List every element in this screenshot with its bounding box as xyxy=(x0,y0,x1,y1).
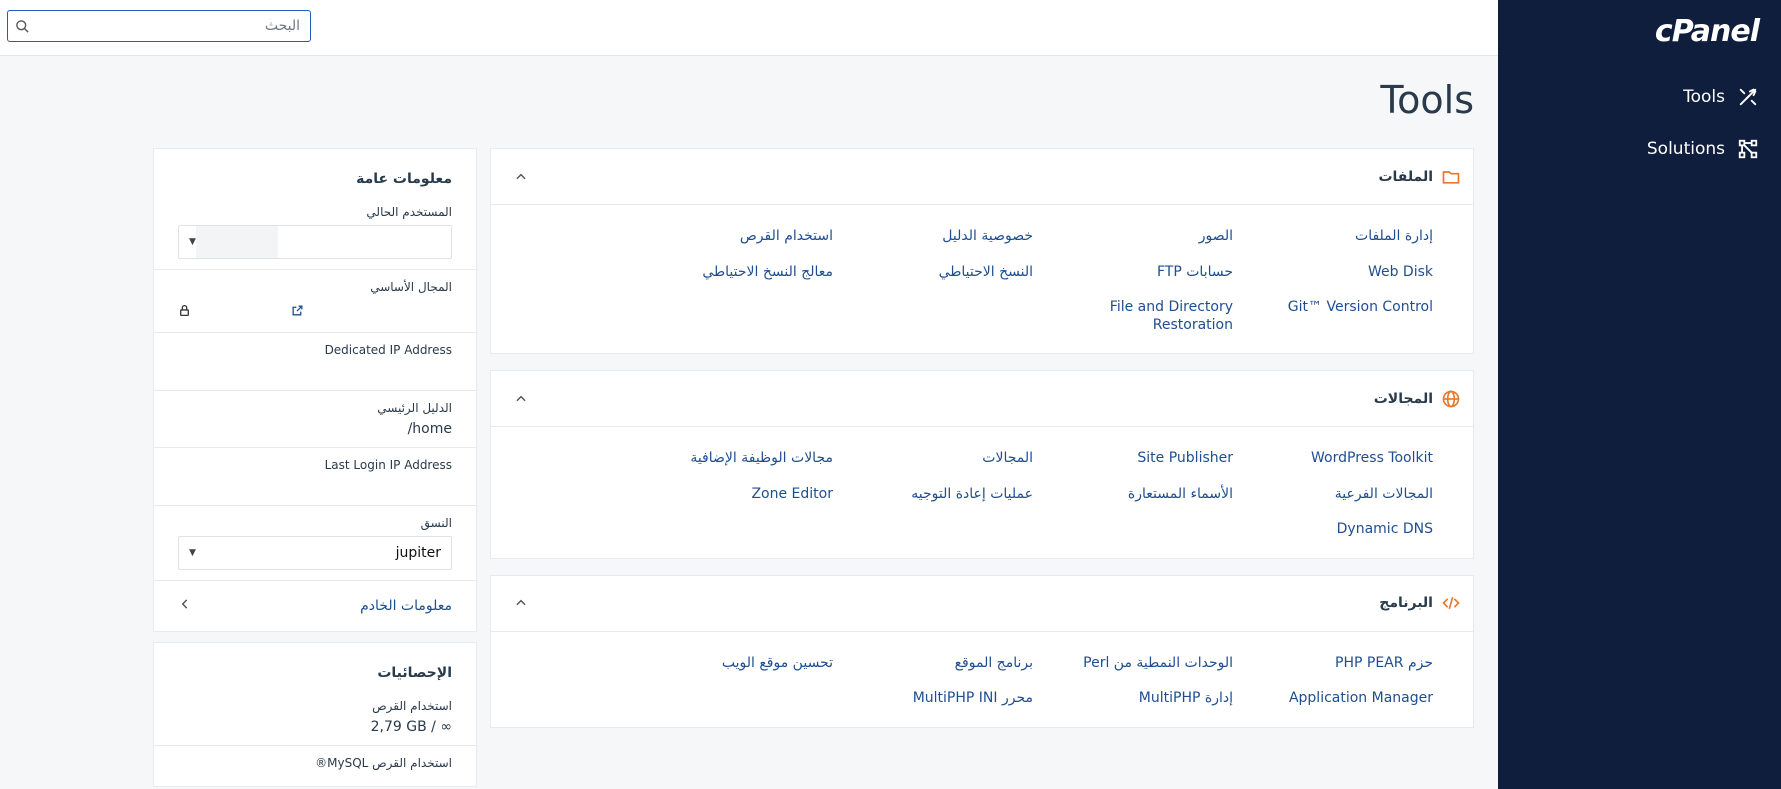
general-info-card: معلومات عامة المستخدم الحالي ▼ المجال ال… xyxy=(153,148,477,632)
tool-link[interactable]: Application Manager xyxy=(1233,681,1433,717)
panel-body: WordPress Toolkit Site Publisher المجالا… xyxy=(491,427,1473,558)
panel-body: حزم PHP PEAR الوحدات النمطية من Perl برن… xyxy=(491,632,1473,727)
tool-link[interactable]: المجالات الفرعية xyxy=(1233,477,1433,513)
last-login-field: Last Login IP Address xyxy=(154,448,476,506)
tool-link[interactable]: WordPress Toolkit xyxy=(1233,441,1433,477)
current-user-field: المستخدم الحالي ▼ xyxy=(154,195,476,270)
panel-domains: المجالات WordPress Toolkit Site Publishe… xyxy=(490,370,1474,559)
solutions-icon xyxy=(1738,139,1758,159)
home-dir-field: الدليل الرئيسي /home xyxy=(154,391,476,448)
search-icon[interactable] xyxy=(8,19,36,34)
field-label: المجال الأساسي xyxy=(370,280,452,294)
field-label: استخدام القرص xyxy=(372,699,452,713)
tool-link[interactable]: حزم PHP PEAR xyxy=(1233,646,1433,682)
page-title: Tools xyxy=(1380,78,1474,122)
tool-link[interactable]: Git™ Version Control xyxy=(1233,290,1433,343)
search-box xyxy=(7,10,311,42)
tool-link[interactable]: تحسين موقع الويب xyxy=(633,646,833,682)
cpanel-logo[interactable]: cPanel xyxy=(1655,14,1760,49)
tool-panels: الملفات إدارة الملفات الصور خصوصية الدلي… xyxy=(490,148,1474,744)
tool-link[interactable]: Zone Editor xyxy=(633,477,833,513)
tool-link[interactable]: File and Directory Restoration xyxy=(1083,290,1233,343)
mysql-usage-field: استخدام القرص MySQL® xyxy=(154,746,476,786)
sidebar-item-solutions[interactable]: Solutions xyxy=(1647,138,1759,160)
panel-header[interactable]: الملفات xyxy=(491,149,1473,205)
sidebar-item-label: Solutions xyxy=(1646,139,1725,159)
panel-body: إدارة الملفات الصور خصوصية الدليل استخدا… xyxy=(491,205,1473,353)
chevron-up-icon[interactable] xyxy=(511,167,531,187)
folder-icon xyxy=(1442,170,1460,184)
search-input[interactable] xyxy=(36,11,310,41)
tool-link[interactable]: الوحدات النمطية من Perl xyxy=(1033,646,1233,682)
tool-link[interactable]: Dynamic DNS xyxy=(1233,512,1433,548)
panel-title: المجالات xyxy=(1373,390,1433,407)
sidebar-item-tools[interactable]: Tools xyxy=(1683,86,1759,108)
tool-link[interactable]: الأسماء المستعارة xyxy=(1033,477,1233,513)
statistics-card: الإحصائيات استخدام القرص 2,79 GB / ∞ است… xyxy=(153,642,477,787)
caret-down-icon: ▼ xyxy=(189,237,196,247)
tool-link[interactable]: إدارة الملفات xyxy=(1233,219,1433,255)
field-label: النسق xyxy=(420,516,452,530)
globe-icon xyxy=(1442,390,1460,407)
lock-icon xyxy=(178,302,191,321)
domain-row xyxy=(178,300,452,322)
panel-software: البرنامج حزم PHP PEAR الوحدات النمطية من… xyxy=(490,574,1474,728)
code-icon xyxy=(1442,596,1460,610)
field-value: /home xyxy=(407,421,452,437)
field-label: Last Login IP Address xyxy=(324,458,452,472)
panel-header[interactable]: المجالات xyxy=(491,371,1473,427)
tool-link[interactable]: خصوصية الدليل xyxy=(833,219,1033,255)
tool-link[interactable]: حسابات FTP xyxy=(1033,255,1233,291)
dedicated-ip-field: Dedicated IP Address xyxy=(154,333,476,391)
select-value: jupiter xyxy=(395,545,441,561)
sidebar: cPanel Tools Solutions xyxy=(1498,0,1781,789)
tool-link[interactable]: النسخ الاحتياطي xyxy=(833,255,1033,291)
tool-link[interactable]: Site Publisher xyxy=(1033,441,1233,477)
panel-title: البرنامج xyxy=(1379,595,1433,611)
server-info-label: معلومات الخادم xyxy=(360,598,452,614)
primary-domain-field: المجال الأساسي xyxy=(154,270,476,333)
disk-usage-field: استخدام القرص 2,79 GB / ∞ xyxy=(154,689,476,746)
sidebar-item-label: Tools xyxy=(1683,87,1725,107)
card-title: معلومات عامة xyxy=(356,171,452,187)
tool-link[interactable]: Web Disk xyxy=(1233,255,1433,291)
top-bar xyxy=(0,0,1498,56)
server-info-link[interactable]: معلومات الخادم xyxy=(154,581,476,631)
info-column: معلومات عامة المستخدم الحالي ▼ المجال ال… xyxy=(153,148,477,789)
chevron-up-icon[interactable] xyxy=(511,389,531,409)
tool-link[interactable]: إدارة MultiPHP xyxy=(1033,681,1233,717)
field-label: استخدام القرص MySQL® xyxy=(315,756,452,770)
field-label: الدليل الرئيسي xyxy=(377,401,452,415)
tool-link[interactable]: الصور xyxy=(1033,219,1233,255)
current-user-select[interactable]: ▼ xyxy=(178,225,452,259)
chevron-left-icon xyxy=(178,597,192,615)
tool-link[interactable]: برنامج الموقع xyxy=(833,646,1033,682)
select-placeholder xyxy=(195,226,278,258)
panel-files: الملفات إدارة الملفات الصور خصوصية الدلي… xyxy=(490,148,1474,354)
tool-link[interactable]: محرر MultiPHP INI xyxy=(833,681,1033,717)
field-label: Dedicated IP Address xyxy=(324,343,452,357)
theme-select[interactable]: jupiter ▼ xyxy=(178,536,452,570)
tool-link[interactable]: معالج النسخ الاحتياطي xyxy=(633,255,833,291)
tools-icon xyxy=(1739,88,1757,106)
tool-link[interactable]: مجالات الوظيفة الإضافية xyxy=(633,441,833,477)
card-title: الإحصائيات xyxy=(377,665,452,681)
theme-field: النسق jupiter ▼ xyxy=(154,506,476,581)
panel-title: الملفات xyxy=(1378,168,1433,185)
chevron-up-icon[interactable] xyxy=(511,593,531,613)
tool-link[interactable]: استخدام القرص xyxy=(633,219,833,255)
external-link-icon[interactable] xyxy=(291,302,304,321)
panel-header[interactable]: البرنامج xyxy=(491,576,1473,632)
field-value: 2,79 GB / ∞ xyxy=(370,719,452,735)
field-label: المستخدم الحالي xyxy=(366,205,452,219)
caret-down-icon: ▼ xyxy=(189,548,196,558)
tool-link[interactable]: عمليات إعادة التوجيه xyxy=(833,477,1033,513)
tool-link[interactable]: المجالات xyxy=(833,441,1033,477)
